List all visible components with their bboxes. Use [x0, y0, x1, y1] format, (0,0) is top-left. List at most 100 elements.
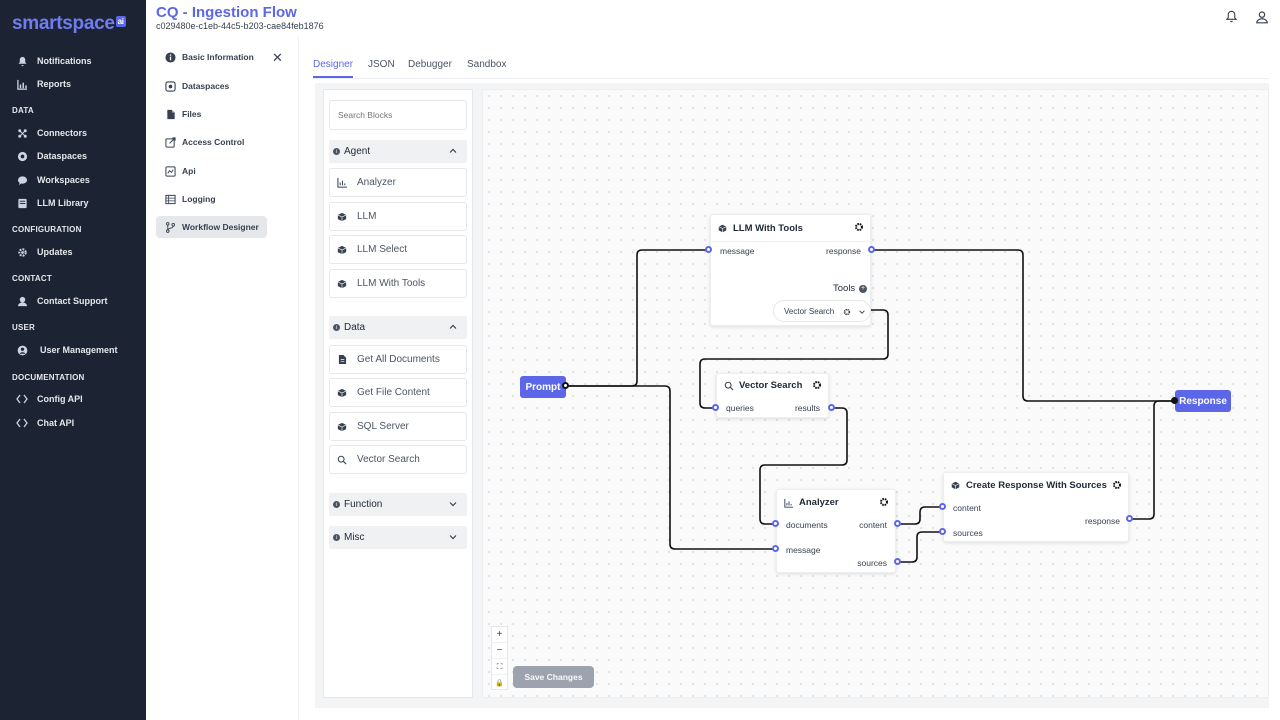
create-content-input-port[interactable]	[939, 503, 946, 510]
palette-group-agent[interactable]: i Agent	[329, 140, 467, 163]
nav-item-workflow-designer[interactable]: Workflow Designer	[156, 216, 267, 238]
chart-icon	[336, 177, 348, 189]
llm-response-output-port[interactable]	[868, 246, 875, 253]
chevron-down-icon[interactable]	[858, 308, 866, 316]
analyzer-content-output-port[interactable]	[894, 520, 901, 527]
info-icon: i	[333, 501, 340, 508]
vector-queries-input-port[interactable]	[712, 404, 719, 411]
analyzer-sources-output-port[interactable]	[894, 558, 901, 565]
create-sources-input-port[interactable]	[939, 528, 946, 535]
port-label-message: message	[720, 246, 755, 256]
nav-item-api[interactable]: Api	[156, 160, 267, 182]
tab-designer[interactable]: Designer	[313, 59, 353, 70]
nav-item-files[interactable]: Files	[156, 103, 267, 125]
nav-item-dataspaces[interactable]: Dataspaces	[156, 75, 267, 97]
response-node[interactable]: Response	[1175, 390, 1231, 412]
account-icon[interactable]	[1255, 10, 1269, 24]
response-input-port[interactable]	[1171, 397, 1178, 404]
main-sidebar: smartspace ai Notifications Reports DATA …	[0, 0, 146, 720]
fit-view-button[interactable]: ⛶	[492, 659, 507, 675]
create-response-output-port[interactable]	[1126, 515, 1133, 522]
palette-block-sql-server[interactable]: SQL Server	[329, 412, 467, 441]
port-label-response: response	[826, 246, 861, 256]
llm-with-tools-node[interactable]: LLM With Tools message response Tools + …	[710, 214, 871, 326]
palette-group-data[interactable]: i Data	[329, 316, 467, 339]
palette-block-vector-search[interactable]: Vector Search	[329, 445, 467, 474]
tab-debugger[interactable]: Debugger	[408, 59, 452, 70]
gear-icon[interactable]	[879, 497, 889, 507]
bell-icon[interactable]	[1225, 10, 1239, 24]
zoom-in-button[interactable]: +	[492, 627, 507, 643]
tab-divider	[313, 78, 1269, 79]
sidebar-section-configuration: CONFIGURATION	[12, 225, 82, 234]
sidebar-item-dataspaces[interactable]: Dataspaces	[16, 147, 87, 165]
sidebar-item-llm-library[interactable]: LLM Library	[16, 194, 89, 212]
sidebar-item-user-management[interactable]: User Management	[16, 341, 118, 359]
code-icon	[16, 393, 28, 405]
library-icon	[16, 197, 28, 209]
cube-icon	[950, 480, 961, 491]
active-tab-indicator	[313, 76, 353, 78]
add-tool-icon[interactable]: +	[859, 285, 867, 293]
close-icon[interactable]: ✕	[272, 50, 283, 66]
analyzer-documents-input-port[interactable]	[772, 520, 779, 527]
connectors-icon	[16, 127, 28, 139]
palette-group-misc[interactable]: i Misc	[329, 526, 467, 549]
llm-message-input-port[interactable]	[705, 246, 712, 253]
gear-icon[interactable]	[843, 308, 851, 316]
sidebar-item-config-api[interactable]: Config API	[16, 390, 83, 408]
brand-logo[interactable]: smartspace ai	[12, 13, 126, 35]
port-label-message: message	[786, 545, 821, 555]
palette-group-function[interactable]: i Function	[329, 493, 467, 516]
gear-icon[interactable]	[812, 380, 822, 390]
palette-block-get-file-content[interactable]: Get File Content	[329, 378, 467, 407]
sidebar-section-documentation: DOCUMENTATION	[12, 373, 85, 382]
nav-item-access-control[interactable]: Access Control	[156, 131, 267, 153]
gear-icon[interactable]	[1112, 480, 1122, 490]
sidebar-item-updates[interactable]: Updates	[16, 243, 73, 261]
palette-block-analyzer[interactable]: Analyzer	[329, 168, 467, 197]
vector-results-output-port[interactable]	[828, 404, 835, 411]
prompt-node[interactable]: Prompt	[520, 376, 566, 398]
prompt-output-port[interactable]	[562, 382, 569, 389]
sidebar-item-connectors[interactable]: Connectors	[16, 124, 87, 142]
cube-icon	[336, 211, 348, 223]
tab-sandbox[interactable]: Sandbox	[467, 59, 506, 70]
cube-icon	[717, 223, 728, 234]
create-response-node[interactable]: Create Response With Sources content res…	[943, 472, 1129, 542]
sidebar-section-data: DATA	[12, 106, 34, 115]
search-blocks-input[interactable]	[329, 100, 467, 130]
palette-block-llm[interactable]: LLM	[329, 202, 467, 231]
page-title: CQ - Ingestion Flow	[156, 4, 297, 21]
nav-item-logging[interactable]: Logging	[156, 188, 267, 210]
analyzer-node[interactable]: Analyzer documents content message sourc…	[776, 489, 896, 573]
palette-block-llm-with-tools[interactable]: LLM With Tools	[329, 269, 467, 298]
analyzer-message-input-port[interactable]	[772, 545, 779, 552]
nav-item-basic-information[interactable]: Basic Information	[156, 46, 267, 68]
gear-icon[interactable]	[854, 222, 864, 232]
canvas-controls: + − ⛶ 🔒	[491, 626, 508, 690]
chevron-up-icon	[449, 324, 457, 329]
palette-block-get-all-documents[interactable]: Get All Documents	[329, 345, 467, 374]
lock-button[interactable]: 🔒	[492, 675, 507, 691]
vector-search-node[interactable]: Vector Search queries results	[716, 373, 829, 418]
zoom-out-button[interactable]: −	[492, 643, 507, 659]
support-icon	[16, 295, 28, 307]
sidebar-item-reports[interactable]: Reports	[16, 75, 71, 93]
document-icon	[336, 354, 348, 366]
palette-block-llm-select[interactable]: LLM Select	[329, 235, 467, 264]
save-changes-button[interactable]: Save Changes	[513, 666, 594, 688]
tools-label: Tools	[833, 283, 856, 294]
tool-chip-vector-search[interactable]: Vector Search	[773, 300, 871, 322]
flow-canvas[interactable]	[482, 89, 1269, 698]
port-label-sources: sources	[953, 528, 983, 538]
tab-json[interactable]: JSON	[368, 59, 395, 70]
sidebar-item-chat-api[interactable]: Chat API	[16, 414, 74, 432]
chat-icon	[16, 174, 28, 186]
gear-icon	[16, 246, 28, 258]
info-icon: i	[333, 534, 340, 541]
page-subtitle: c029480e-c1eb-44c5-b203-cae84feb1876	[156, 21, 324, 31]
sidebar-item-notifications[interactable]: Notifications	[16, 52, 92, 70]
sidebar-item-workspaces[interactable]: Workspaces	[16, 171, 90, 189]
sidebar-item-contact-support[interactable]: Contact Support	[16, 292, 108, 310]
